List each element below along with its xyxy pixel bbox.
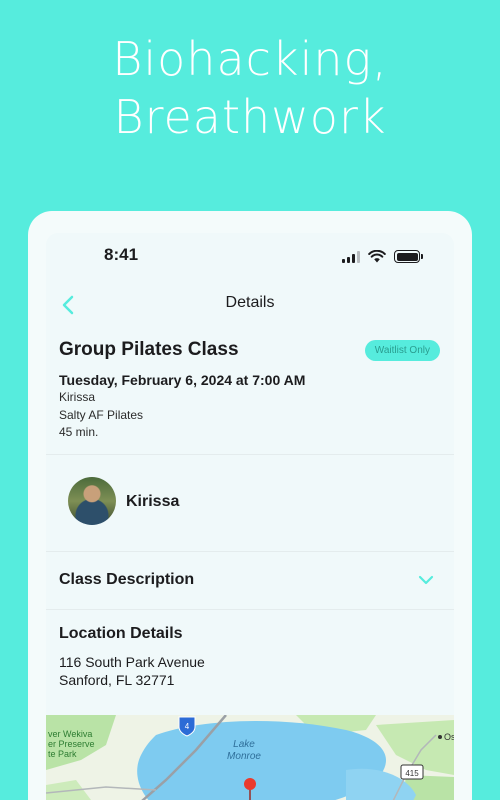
instructor-name[interactable]: Kirissa [126, 493, 179, 511]
marketing-headline: Biohacking, Breathwork [0, 30, 500, 146]
svg-text:Os: Os [444, 732, 454, 742]
class-title: Group Pilates Class [59, 339, 239, 360]
chevron-down-icon[interactable] [418, 572, 434, 588]
location-map[interactable]: 4 415 ver Wekiva er Preserve te Park Lak… [46, 715, 454, 800]
route-shield: 415 [400, 764, 424, 780]
svg-text:ver Wekiva: ver Wekiva [48, 729, 92, 739]
divider [46, 609, 454, 610]
class-datetime: Tuesday, February 6, 2024 at 7:00 AM [59, 372, 306, 388]
svg-text:Lake: Lake [233, 739, 255, 750]
svg-text:er Preserve: er Preserve [48, 739, 95, 749]
status-icons [342, 250, 423, 263]
headline-line-2: Breathwork [113, 90, 387, 144]
app-screen: 8:41 Details Group Pilates Class Waitlis… [46, 233, 454, 800]
divider [46, 551, 454, 552]
waitlist-badge: Waitlist Only [364, 340, 440, 361]
svg-text:4: 4 [185, 722, 190, 731]
status-time: 8:41 [104, 245, 139, 264]
divider [46, 454, 454, 455]
class-description-title[interactable]: Class Description [59, 571, 194, 589]
wifi-icon [368, 250, 386, 263]
address-line-2: Sanford, FL 32771 [59, 672, 175, 688]
map-canvas: 4 415 ver Wekiva er Preserve te Park Lak… [46, 715, 454, 800]
location-details-title: Location Details [59, 625, 183, 642]
svg-text:Monroe: Monroe [227, 751, 261, 762]
class-duration: 45 min. [59, 425, 99, 439]
svg-text:415: 415 [405, 769, 419, 778]
headline-line-1: Biohacking, [112, 32, 388, 86]
svg-text:te Park: te Park [48, 749, 77, 759]
class-instructor: Kirissa [59, 390, 96, 404]
instructor-avatar[interactable] [68, 477, 116, 525]
class-studio: Salty AF Pilates [59, 408, 144, 422]
address-line-1: 116 South Park Avenue [59, 654, 205, 670]
battery-icon [394, 250, 423, 263]
cellular-signal-icon [342, 250, 360, 263]
page-title: Details [225, 294, 275, 311]
